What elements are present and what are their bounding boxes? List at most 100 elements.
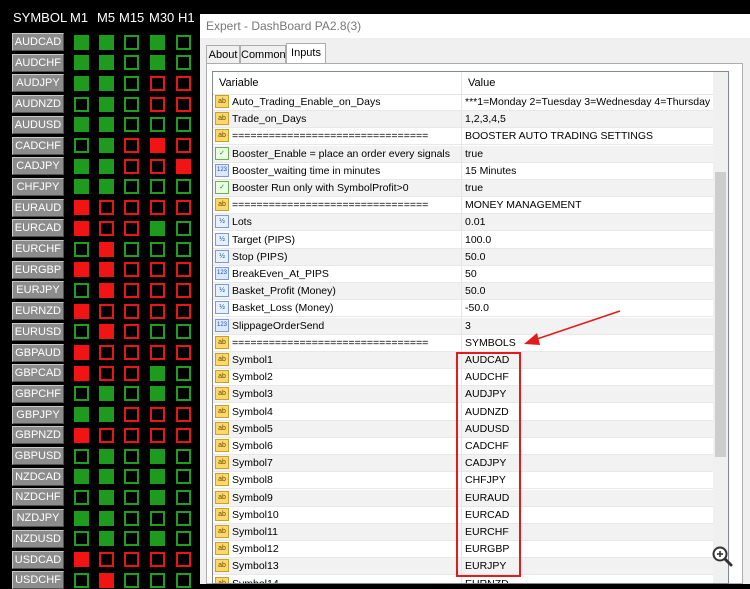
tab-about[interactable]: About (206, 45, 240, 64)
column-divider[interactable] (461, 72, 462, 583)
input-row[interactable]: ab Symbol7 CADJPY (213, 455, 713, 473)
symbol-button-nzdcad[interactable]: NZDCAD (12, 467, 64, 486)
input-variable-name: ================================ (232, 199, 429, 212)
input-value[interactable]: CADCHF (465, 438, 713, 454)
input-row[interactable]: ½ Target (PIPS) 100.0 (213, 232, 713, 249)
symbol-button-gbpchf[interactable]: GBPCHF (12, 384, 64, 403)
scrollbar-thumb[interactable] (715, 172, 726, 457)
symbol-button-gbpcad[interactable]: GBPCAD (12, 364, 64, 383)
symbol-button-nzdchf[interactable]: NZDCHF (12, 488, 64, 507)
input-row[interactable]: 123 SlippageOrderSend 3 (213, 317, 713, 335)
input-value[interactable]: EURJPY (465, 558, 713, 574)
input-value[interactable]: 15 Minutes (465, 163, 713, 179)
input-value[interactable]: AUDNZD (465, 404, 713, 420)
symbol-button-eurchf[interactable]: EURCHF (12, 240, 64, 258)
input-row[interactable]: ab Symbol10 EURCAD (213, 507, 713, 524)
input-row[interactable]: ab Symbol9 EURAUD (213, 489, 713, 507)
input-row[interactable]: ab Auto_Trading_Enable_on_Days ***1=Monday… (213, 94, 713, 111)
symbol-button-gbpusd[interactable]: GBPUSD (12, 447, 64, 465)
symbol-button-gbpaud[interactable]: GBPAUD (12, 343, 64, 362)
input-row[interactable]: ab Symbol2 AUDCHF (213, 369, 713, 387)
input-value[interactable]: EURCHF (465, 524, 713, 540)
input-row[interactable]: ab ================================ BOOSTE… (213, 128, 713, 146)
symbol-button-usdcad[interactable]: USDCAD (12, 550, 64, 569)
input-row[interactable]: ✓ Booster_Enable = place an order every s… (213, 145, 713, 163)
input-row[interactable]: ✓ Booster Run only with SymbolProfit>0 tru… (213, 180, 713, 197)
input-value[interactable]: ***1=Monday 2=Tuesday 3=Wednesday 4=Thur… (465, 94, 713, 110)
input-value[interactable]: 100.0 (465, 232, 713, 248)
input-value[interactable]: 0.01 (465, 214, 713, 230)
signal-cell-nzdjpy-m5 (99, 510, 114, 526)
input-value[interactable]: -50.0 (465, 300, 713, 316)
input-value[interactable]: 3 (465, 318, 713, 334)
input-value[interactable]: 50.0 (465, 249, 713, 265)
input-row[interactable]: 123 BreakEven_At_PIPS 50 (213, 266, 713, 283)
symbol-button-cadjpy[interactable]: CADJPY (12, 157, 64, 176)
input-value[interactable]: BOOSTER AUTO TRADING SETTINGS (465, 128, 713, 144)
input-value[interactable]: SYMBOLS (465, 335, 713, 351)
symbol-button-usdchf[interactable]: USDCHF (12, 571, 64, 589)
signal-cell-eurusd-m5 (99, 324, 114, 340)
vertical-scrollbar[interactable] (713, 72, 728, 583)
input-value[interactable]: AUDCAD (465, 352, 713, 368)
input-row[interactable]: ab Symbol13 EURJPY (213, 558, 713, 576)
input-value[interactable]: EURNZD (465, 576, 713, 583)
symbol-button-audusd[interactable]: AUDUSD (12, 115, 64, 134)
input-value[interactable]: true (465, 180, 713, 196)
input-row[interactable]: ab Symbol11 EURCHF (213, 524, 713, 541)
symbol-button-audcad[interactable]: AUDCAD (12, 33, 64, 51)
input-value[interactable]: EURGBP (465, 541, 713, 557)
symbol-button-eurnzd[interactable]: EURNZD (12, 302, 64, 321)
symbol-button-nzdjpy[interactable]: NZDJPY (12, 509, 64, 528)
symbol-button-audjpy[interactable]: AUDJPY (12, 74, 64, 93)
symbol-button-chfjpy[interactable]: CHFJPY (12, 177, 64, 196)
symbol-button-euraud[interactable]: EURAUD (12, 198, 64, 217)
tab-inputs[interactable]: Inputs (286, 43, 326, 65)
input-value[interactable]: MONEY MANAGEMENT (465, 197, 713, 213)
symbol-button-eurjpy[interactable]: EURJPY (12, 281, 64, 300)
symbol-button-eurusd[interactable]: EURUSD (12, 322, 64, 341)
input-row[interactable]: ab Symbol5 AUDUSD (213, 420, 713, 438)
column-header-value[interactable]: Value (462, 72, 713, 94)
input-value[interactable]: EURAUD (465, 490, 713, 506)
input-value[interactable]: 50.0 (465, 283, 713, 299)
input-value[interactable]: 1,2,3,4,5 (465, 111, 713, 127)
signal-cell-chfjpy-m30 (150, 179, 165, 195)
input-row[interactable]: ab Symbol14 EURNZD (213, 576, 713, 583)
column-header-variable[interactable]: Variable (213, 72, 462, 94)
tab-common[interactable]: Common (240, 45, 286, 64)
signal-cell-chfjpy-m15 (124, 179, 139, 195)
symbol-button-nzdusd[interactable]: NZDUSD (12, 529, 64, 548)
symbol-button-cadchf[interactable]: CADCHF (12, 136, 64, 155)
input-row[interactable]: 123 Booster_waiting time in minutes 15 Min… (213, 163, 713, 180)
input-row[interactable]: ½ Lots 0.01 (213, 214, 713, 232)
input-value[interactable]: CHFJPY (465, 472, 713, 488)
signal-cell-eurjpy-m30 (150, 282, 165, 298)
zoom-in-icon[interactable] (711, 545, 733, 567)
input-row[interactable]: ½ Basket_Loss (Money) -50.0 (213, 300, 713, 318)
input-row[interactable]: ab Symbol4 AUDNZD (213, 404, 713, 421)
input-row[interactable]: ab ================================ SYMBOL… (213, 335, 713, 352)
input-value[interactable]: AUDUSD (465, 421, 713, 437)
input-row[interactable]: ½ Basket_Profit (Money) 50.0 (213, 283, 713, 301)
input-row[interactable]: ab Symbol8 CHFJPY (213, 472, 713, 490)
input-value[interactable]: CADJPY (465, 455, 713, 471)
input-row[interactable]: ab Symbol3 AUDJPY (213, 386, 713, 404)
input-value[interactable]: AUDCHF (465, 369, 713, 385)
symbol-button-audchf[interactable]: AUDCHF (12, 53, 64, 72)
input-value[interactable]: AUDJPY (465, 386, 713, 402)
input-value[interactable]: EURCAD (465, 507, 713, 523)
symbol-button-eurgbp[interactable]: EURGBP (12, 260, 64, 279)
input-row[interactable]: ab ================================ MONEY … (213, 197, 713, 215)
input-row[interactable]: ab Symbol12 EURGBP (213, 541, 713, 559)
symbol-button-eurcad[interactable]: EURCAD (12, 219, 64, 238)
input-row[interactable]: ab Trade_on_Days 1,2,3,4,5 (213, 111, 713, 129)
input-value[interactable]: 50 (465, 266, 713, 282)
input-row[interactable]: ab Symbol1 AUDCAD (213, 352, 713, 369)
symbol-button-gbpjpy[interactable]: GBPJPY (12, 405, 64, 424)
symbol-button-gbpnzd[interactable]: GBPNZD (12, 426, 64, 445)
input-row[interactable]: ab Symbol6 CADCHF (213, 438, 713, 455)
symbol-button-audnzd[interactable]: AUDNZD (12, 95, 64, 114)
input-row[interactable]: ½ Stop (PIPS) 50.0 (213, 248, 713, 266)
input-value[interactable]: true (465, 146, 713, 162)
